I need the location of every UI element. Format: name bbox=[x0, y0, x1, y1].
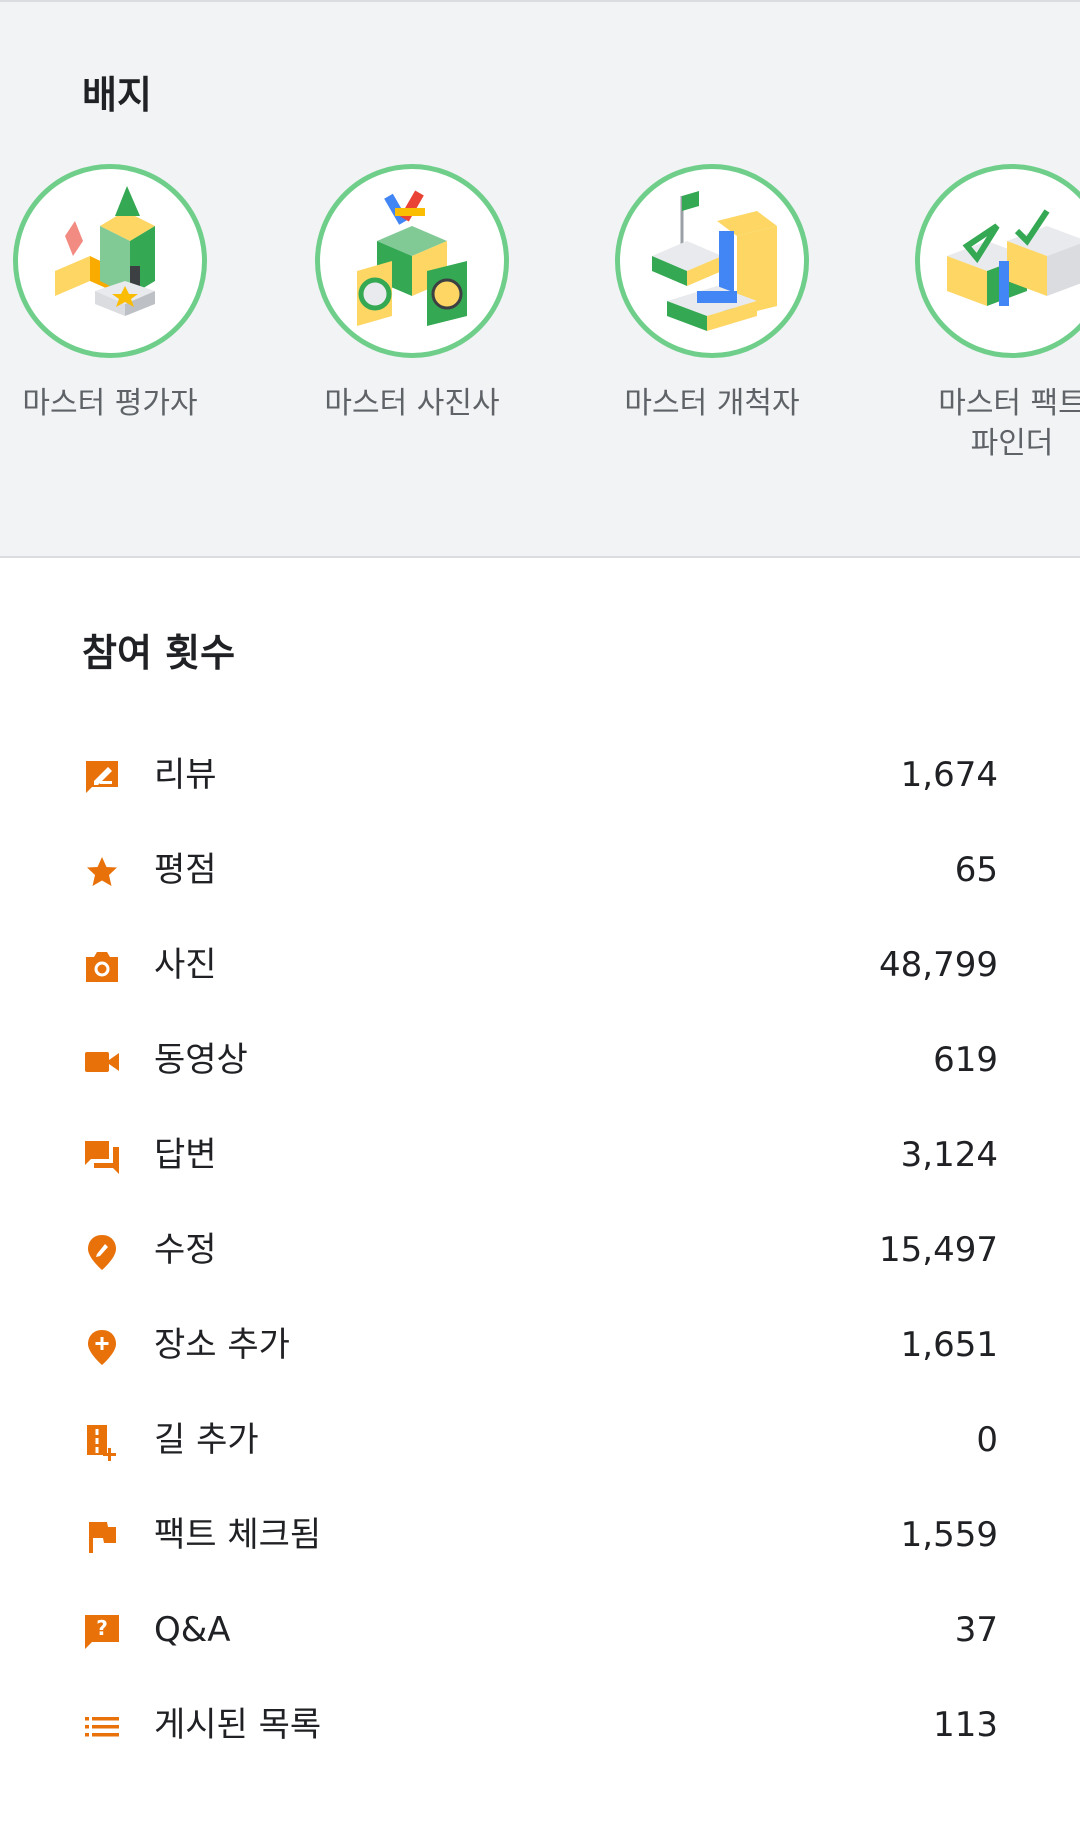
video-icon bbox=[85, 1052, 119, 1072]
contribution-row-qa[interactable]: ? Q&A 37 bbox=[0, 1584, 1080, 1679]
contribution-label: 평점 bbox=[154, 850, 217, 890]
contributions-title: 참여 횟수 bbox=[82, 631, 236, 675]
contribution-row-reviews[interactable]: 리뷰 1,674 bbox=[0, 729, 1080, 824]
contribution-count: 0 bbox=[976, 1420, 998, 1460]
contribution-label: 리뷰 bbox=[154, 755, 217, 795]
contribution-row-photos[interactable]: 사진 48,799 bbox=[0, 919, 1080, 1014]
add-road-icon bbox=[87, 1425, 116, 1461]
badge-master-photographer[interactable]: 마스터 사진사 bbox=[282, 164, 542, 424]
contribution-label: Q&A bbox=[154, 1610, 231, 1650]
flag-icon bbox=[89, 1522, 116, 1553]
badge-reviewer-icon bbox=[13, 164, 207, 358]
add-place-icon bbox=[88, 1330, 116, 1365]
edit-pin-icon bbox=[88, 1235, 116, 1270]
badge-label: 마스터 평가자 bbox=[22, 386, 198, 421]
contribution-label: 팩트 체크됨 bbox=[154, 1515, 322, 1555]
contribution-label: 수정 bbox=[154, 1230, 217, 1270]
badge-master-reviewer[interactable]: 마스터 평가자 bbox=[0, 164, 240, 424]
badge-photographer-icon bbox=[315, 164, 509, 358]
contribution-row-edits[interactable]: 수정 15,497 bbox=[0, 1204, 1080, 1299]
list-icon bbox=[85, 1717, 119, 1737]
camera-icon bbox=[86, 952, 118, 982]
contribution-row-facts-checked[interactable]: 팩트 체크됨 1,559 bbox=[0, 1489, 1080, 1584]
badge-master-trailblazer[interactable]: 마스터 개척자 bbox=[582, 164, 842, 424]
contribution-label: 답변 bbox=[154, 1135, 217, 1175]
badges-section: 배지 마스터 평가자 마스터 사진사 마스터 개척자 마스터 팩트 파인더 bbox=[0, 0, 1080, 558]
badge-label: 마스터 팩트 파인더 bbox=[938, 386, 1080, 461]
badge-label: 마스터 사진사 bbox=[324, 386, 500, 421]
contribution-count: 619 bbox=[933, 1040, 998, 1080]
contribution-count: 1,559 bbox=[900, 1515, 998, 1555]
contribution-count: 3,124 bbox=[900, 1135, 998, 1175]
answer-icon bbox=[85, 1141, 119, 1174]
contribution-label: 동영상 bbox=[154, 1040, 248, 1080]
contribution-row-published-lists[interactable]: 게시된 목록 113 bbox=[0, 1679, 1080, 1774]
contribution-label: 게시된 목록 bbox=[154, 1705, 322, 1745]
contribution-row-added-places[interactable]: 장소 추가 1,651 bbox=[0, 1299, 1080, 1394]
svg-text:?: ? bbox=[96, 1616, 108, 1640]
contribution-label: 장소 추가 bbox=[154, 1325, 290, 1365]
contribution-count: 113 bbox=[933, 1705, 998, 1745]
badges-title: 배지 bbox=[82, 73, 152, 117]
star-icon bbox=[87, 857, 117, 886]
qa-icon: ? bbox=[85, 1615, 119, 1649]
contribution-count: 1,651 bbox=[900, 1325, 998, 1365]
contribution-row-ratings[interactable]: 평점 65 bbox=[0, 824, 1080, 919]
contribution-count: 37 bbox=[954, 1610, 998, 1650]
contribution-row-added-roads[interactable]: 길 추가 0 bbox=[0, 1394, 1080, 1489]
badge-fact-finder-icon bbox=[915, 164, 1080, 358]
contribution-label: 사진 bbox=[154, 945, 217, 985]
badge-trailblazer-icon bbox=[615, 164, 809, 358]
contribution-count: 48,799 bbox=[879, 945, 998, 985]
contribution-count: 65 bbox=[954, 850, 998, 890]
contributions-section: 참여 횟수 리뷰 1,674 평점 65 사진 48,799 동영상 619 답… bbox=[0, 558, 1080, 1838]
contribution-row-videos[interactable]: 동영상 619 bbox=[0, 1014, 1080, 1109]
badge-label: 마스터 개척자 bbox=[624, 386, 800, 421]
contribution-count: 15,497 bbox=[879, 1230, 998, 1270]
contribution-row-answers[interactable]: 답변 3,124 bbox=[0, 1109, 1080, 1204]
contribution-count: 1,674 bbox=[900, 755, 998, 795]
contribution-label: 길 추가 bbox=[154, 1420, 259, 1460]
badge-master-fact-finder[interactable]: 마스터 팩트 파인더 bbox=[882, 164, 1080, 464]
review-icon bbox=[86, 761, 118, 793]
